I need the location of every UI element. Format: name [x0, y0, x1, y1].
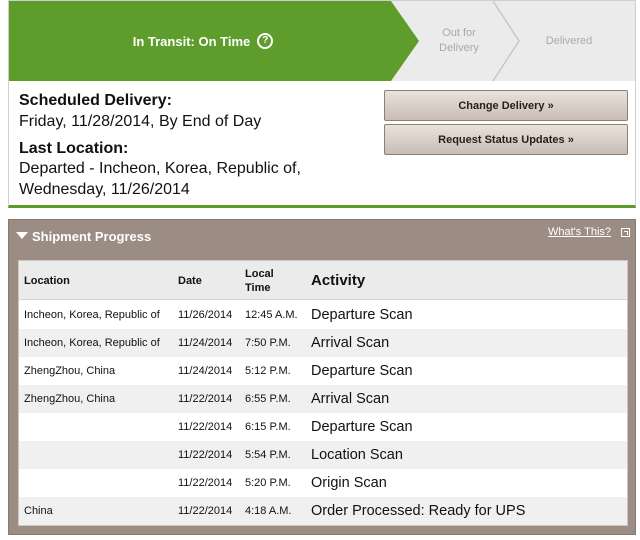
last-location-label: Last Location: [19, 140, 129, 157]
row-activity: Order Processed: Ready for UPS [311, 503, 526, 519]
row-location [24, 441, 174, 469]
row-date: 11/22/2014 [178, 421, 233, 433]
delivery-status-card: In Transit: On Time ? Out for Delivery D… [8, 0, 636, 208]
table-row: ZhengZhou, China 11/22/2014 6:55 P.M. Ar… [19, 385, 627, 413]
row-activity: Departure Scan [311, 363, 413, 379]
tracking-page: In Transit: On Time ? Out for Delivery D… [0, 0, 640, 540]
row-date: 11/24/2014 [178, 365, 233, 377]
row-time: 7:50 P.M. [245, 337, 291, 349]
step-out-for-delivery: Out for Delivery [439, 27, 479, 54]
row-time: 5:54 P.M. [245, 449, 291, 461]
request-status-updates-button[interactable]: Request Status Updates » [384, 124, 628, 155]
row-time: 5:12 P.M. [245, 365, 291, 377]
row-location: Incheon, Korea, Republic of [24, 309, 160, 321]
table-row: 11/22/2014 5:20 P.M. Origin Scan [19, 469, 627, 497]
row-activity: Departure Scan [311, 419, 413, 435]
row-location [24, 469, 174, 497]
row-location: ZhengZhou, China [24, 393, 116, 405]
whats-this-link[interactable]: What's This? [548, 226, 611, 238]
scheduled-delivery-label: Scheduled Delivery: [19, 92, 172, 109]
question-icon[interactable]: ? [257, 33, 274, 49]
collapse-caret-icon[interactable] [16, 232, 28, 239]
new-window-icon[interactable] [621, 228, 630, 237]
scheduled-delivery-value: Friday, 11/28/2014, By End of Day [19, 113, 262, 130]
shipment-progress-table: Location Date Local Time Activity Incheo… [18, 260, 628, 526]
change-delivery-button[interactable]: Change Delivery » [384, 90, 628, 121]
table-header-row: Location Date Local Time Activity [19, 261, 627, 300]
row-location: Incheon, Korea, Republic of [24, 337, 160, 349]
row-location: ZhengZhou, China [24, 365, 116, 377]
column-header-location: Location [24, 274, 70, 287]
row-date: 11/22/2014 [178, 505, 233, 517]
table-row: ZhengZhou, China 11/24/2014 5:12 P.M. De… [19, 357, 627, 385]
row-time: 12:45 A.M. [245, 309, 298, 321]
shipment-progress-header[interactable]: Shipment Progress What's This? [9, 220, 635, 252]
row-date: 11/24/2014 [178, 337, 233, 349]
table-row: Incheon, Korea, Republic of 11/26/2014 1… [19, 301, 627, 329]
last-location-value: Departed - Incheon, Korea, Republic of, … [19, 160, 301, 198]
row-date: 11/22/2014 [178, 393, 233, 405]
column-header-date: Date [178, 274, 202, 287]
shipment-progress-panel: Shipment Progress What's This? Location … [8, 219, 636, 535]
row-location [24, 413, 174, 441]
column-header-local-time-text: Local Time [245, 267, 274, 294]
row-location: China [24, 505, 53, 517]
row-time: 6:55 P.M. [245, 393, 291, 405]
row-date: 11/22/2014 [178, 477, 233, 489]
step-in-transit-label: In Transit: On Time [132, 33, 251, 49]
delivery-progress-bar: In Transit: On Time ? Out for Delivery D… [9, 1, 635, 81]
row-time: 5:20 P.M. [245, 477, 291, 489]
row-date: 11/22/2014 [178, 449, 233, 461]
row-date: 11/26/2014 [178, 309, 233, 321]
table-row: Incheon, Korea, Republic of 11/24/2014 7… [19, 329, 627, 357]
row-time: 6:15 P.M. [245, 421, 291, 433]
column-header-activity: Activity [311, 272, 366, 289]
table-row: 11/22/2014 5:54 P.M. Location Scan [19, 441, 627, 469]
table-row: 11/22/2014 6:15 P.M. Departure Scan [19, 413, 627, 441]
step-in-transit-label-wrap: In Transit: On Time ? [9, 1, 397, 81]
row-activity: Departure Scan [311, 307, 413, 323]
step-delivered: Delivered [545, 34, 593, 47]
row-activity: Arrival Scan [311, 391, 390, 407]
table-row: China 11/22/2014 4:18 A.M. Order Process… [19, 497, 627, 525]
column-header-local-time: Local Time [245, 261, 309, 300]
row-activity: Origin Scan [311, 475, 387, 491]
row-activity: Arrival Scan [311, 335, 390, 351]
row-time: 4:18 A.M. [245, 505, 292, 517]
row-activity: Location Scan [311, 447, 403, 463]
shipment-progress-title: Shipment Progress [32, 229, 152, 244]
